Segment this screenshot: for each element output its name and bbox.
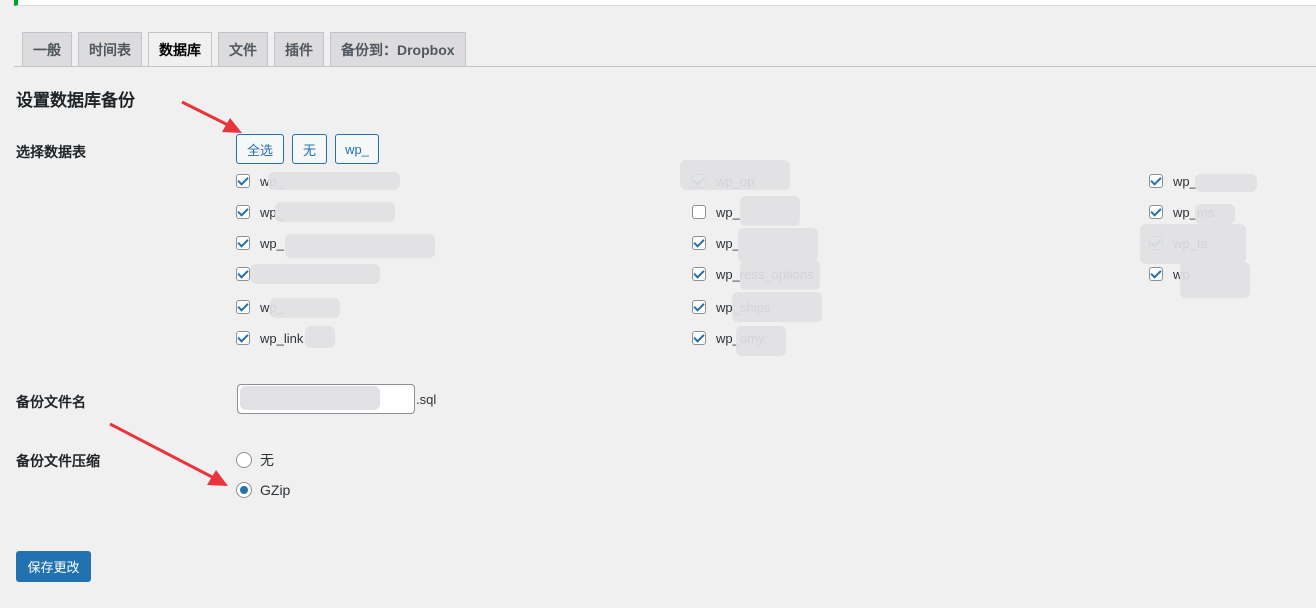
arrow-icon xyxy=(181,100,242,133)
annotation-arrows xyxy=(109,100,242,486)
arrow-icon xyxy=(109,422,228,486)
